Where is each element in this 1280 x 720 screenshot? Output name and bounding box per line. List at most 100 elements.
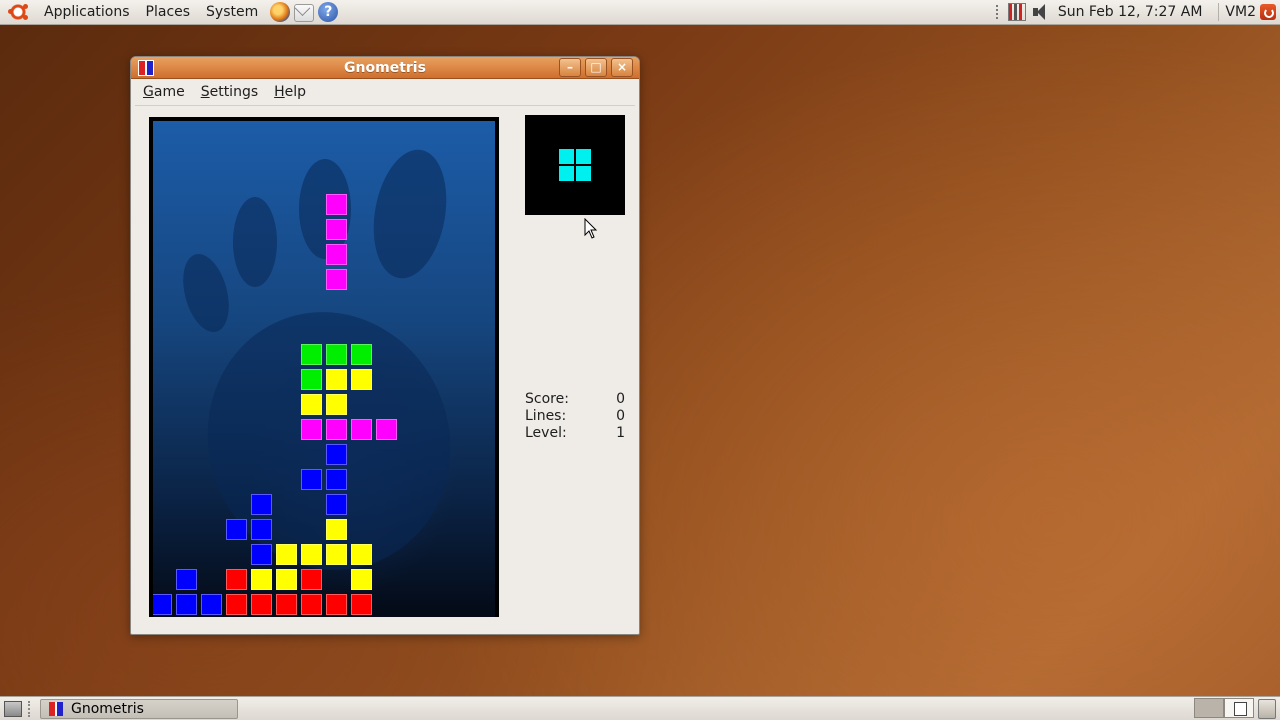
board-block [226, 569, 247, 590]
gnometris-window: Gnometris – □ × Game Settings Help Score… [130, 56, 640, 635]
next-piece-block [559, 149, 574, 164]
firefox-launcher-icon[interactable] [270, 2, 291, 22]
taskbar-handle [28, 701, 34, 717]
lines-label: Lines: [525, 408, 567, 424]
level-row: Level: 1 [525, 425, 625, 442]
places-menu[interactable]: Places [138, 0, 199, 24]
gnometris-task-icon [49, 702, 63, 716]
board-block [176, 569, 197, 590]
board-block [276, 544, 297, 565]
board-block [351, 369, 372, 390]
board-block [351, 419, 372, 440]
board-block [251, 544, 272, 565]
board-block [326, 219, 347, 240]
board-block [301, 344, 322, 365]
game-board-field [153, 121, 495, 617]
board-block [251, 569, 272, 590]
board-block [326, 519, 347, 540]
board-block [326, 444, 347, 465]
ubuntu-logo-icon[interactable] [8, 2, 28, 22]
tray-handle [995, 5, 1002, 19]
board-block [276, 569, 297, 590]
score-panel: Score: 0 Lines: 0 Level: 1 [525, 391, 625, 442]
maximize-button[interactable]: □ [585, 58, 607, 77]
board-block [326, 394, 347, 415]
help-launcher-icon[interactable]: ? [318, 2, 339, 22]
score-row: Score: 0 [525, 391, 625, 408]
board-block [251, 519, 272, 540]
board-block [153, 594, 172, 615]
board-block [326, 244, 347, 265]
panel-separator [1218, 3, 1220, 21]
board-block [326, 594, 347, 615]
board-block [226, 594, 247, 615]
next-piece-preview [525, 115, 625, 215]
next-piece-block [576, 149, 591, 164]
trash-icon[interactable] [1258, 699, 1276, 719]
user-switcher[interactable]: VM2 [1225, 4, 1260, 20]
menu-help[interactable]: Help [266, 84, 314, 100]
workspace-switcher [1194, 698, 1254, 720]
next-piece-block [576, 166, 591, 181]
lines-row: Lines: 0 [525, 408, 625, 425]
board-block [351, 344, 372, 365]
gnome-foot-toe-4 [364, 143, 456, 285]
board-block [376, 419, 397, 440]
board-block [351, 569, 372, 590]
board-block [326, 419, 347, 440]
gnome-foot-toe-2 [233, 197, 277, 287]
menu-settings[interactable]: Settings [193, 84, 266, 100]
board-block [251, 494, 272, 515]
board-block [301, 394, 322, 415]
board-block [301, 369, 322, 390]
score-value: 0 [616, 391, 625, 407]
power-icon[interactable] [1260, 4, 1276, 20]
board-block [251, 594, 272, 615]
board-block [326, 194, 347, 215]
close-button[interactable]: × [611, 58, 633, 77]
board-block [301, 594, 322, 615]
minimize-button[interactable]: – [559, 58, 581, 77]
network-icon[interactable] [1007, 3, 1026, 21]
board-block [351, 594, 372, 615]
bottom-panel: Gnometris [0, 696, 1280, 720]
score-label: Score: [525, 391, 569, 407]
titlebar[interactable]: Gnometris – □ × [131, 57, 639, 79]
board-block [226, 519, 247, 540]
board-block [326, 544, 347, 565]
workspace-2[interactable] [1224, 698, 1254, 718]
board-block [301, 569, 322, 590]
taskbar-item-label: Gnometris [71, 701, 144, 717]
level-label: Level: [525, 425, 567, 441]
top-panel: Applications Places System ? Sun Feb 12,… [0, 0, 1280, 25]
menubar: Game Settings Help [135, 79, 635, 106]
mail-launcher-icon[interactable] [294, 4, 315, 22]
next-piece-block [559, 166, 574, 181]
gnome-foot-toe-1 [175, 248, 237, 338]
board-block [326, 494, 347, 515]
board-block [351, 544, 372, 565]
taskbar-item-gnometris[interactable]: Gnometris [40, 699, 238, 719]
applications-menu[interactable]: Applications [36, 0, 138, 24]
clock[interactable]: Sun Feb 12, 7:27 AM [1056, 4, 1213, 20]
show-desktop-icon[interactable] [4, 701, 22, 717]
board-block [326, 369, 347, 390]
workspace-1[interactable] [1194, 698, 1224, 718]
system-menu[interactable]: System [198, 0, 266, 24]
board-block [276, 594, 297, 615]
mouse-cursor-icon [584, 218, 598, 239]
board-block [301, 544, 322, 565]
volume-icon[interactable] [1032, 4, 1050, 20]
game-board[interactable] [149, 117, 499, 617]
board-block [326, 344, 347, 365]
gnometris-app-icon[interactable] [138, 59, 154, 76]
board-block [326, 269, 347, 290]
board-block [301, 419, 322, 440]
lines-value: 0 [616, 408, 625, 424]
board-block [176, 594, 197, 615]
board-block [301, 469, 322, 490]
board-block [201, 594, 222, 615]
menu-game[interactable]: Game [135, 84, 193, 100]
level-value: 1 [616, 425, 625, 441]
board-block [326, 469, 347, 490]
